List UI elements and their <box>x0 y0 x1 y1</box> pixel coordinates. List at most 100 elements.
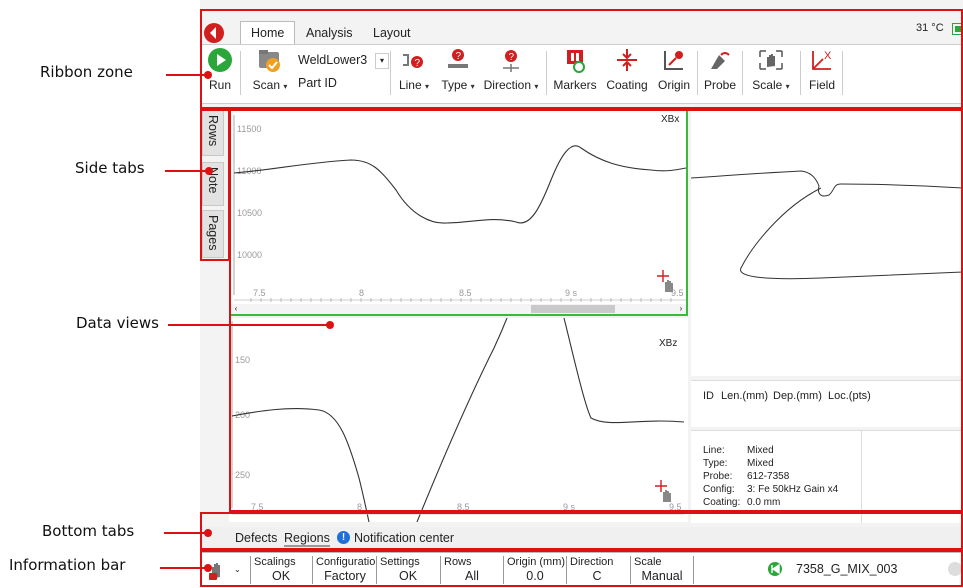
tab-notification-center[interactable]: Notification center <box>354 531 454 545</box>
probe-icon <box>711 52 730 69</box>
info-row: Probe: <box>703 471 733 482</box>
info-value: 0.0 mm <box>747 497 781 508</box>
xbx-signal-trace <box>233 145 686 224</box>
notification-icon: ! <box>337 531 350 544</box>
information-bar: ⌄ Scalings OK Configuration Factory Settin… <box>200 552 963 588</box>
x-tick: 9 s <box>563 502 576 512</box>
callout-bottom-tabs: Bottom tabs <box>42 522 135 540</box>
coating-button[interactable]: Coating <box>603 47 651 92</box>
x-tick: 9 s <box>565 288 578 298</box>
previous-file-icon[interactable] <box>768 562 782 576</box>
scan-info-panel: Line: Mixed Type: Mixed Probe: 612-7358 … <box>691 430 963 523</box>
side-tab-pages[interactable]: Pages <box>202 210 224 258</box>
tab-regions[interactable]: Regions <box>284 531 330 547</box>
info-value: Mixed <box>747 458 774 469</box>
butterfly-trace <box>690 170 963 280</box>
ribbon: Run Scan ▾ WeldLower3 ▾ Part ID ? Line ▾… <box>200 44 963 104</box>
data-view-xbx[interactable]: 11500 11000 10500 10000 XBx 7.5 8 8.5 9 … <box>229 108 688 316</box>
info-value: 612-7358 <box>747 471 790 482</box>
x-tick: 8 <box>359 288 364 298</box>
tab-home[interactable]: Home <box>240 21 296 44</box>
run-button[interactable]: Run <box>206 47 234 92</box>
y-tick: 10500 <box>237 208 262 218</box>
xbx-scrollbar[interactable]: ‹ › <box>231 304 686 314</box>
x-tick: 8.5 <box>459 288 472 298</box>
scan-name-dropdown[interactable]: ▾ <box>375 53 389 69</box>
callout-information-bar: Information bar <box>9 556 126 574</box>
scan-name-field[interactable]: WeldLower3 <box>298 53 367 67</box>
col-len: Len.(mm) <box>721 390 769 402</box>
scale-button[interactable]: Scale ▾ <box>749 47 793 92</box>
line-icon: ? <box>403 54 423 69</box>
svg-text:X: X <box>824 50 832 62</box>
status-scale[interactable]: Scale Manual <box>630 556 694 584</box>
y-tick: 11500 <box>237 124 261 134</box>
callout-ribbon-zone: Ribbon zone <box>40 63 133 81</box>
file-name: 7358_G_MIX_003 <box>796 562 898 576</box>
callout-side-tabs: Side tabs <box>75 159 145 177</box>
part-id-field[interactable]: Part ID <box>298 76 337 90</box>
pan-hand-icon <box>657 270 673 292</box>
col-id: ID <box>703 390 714 402</box>
probe-button[interactable]: Probe <box>702 47 738 92</box>
y-tick: 150 <box>235 355 250 365</box>
tab-analysis[interactable]: Analysis <box>296 22 363 44</box>
play-icon <box>208 48 232 72</box>
scan-button[interactable]: Scan ▾ <box>250 47 290 92</box>
scroll-right-icon[interactable]: › <box>676 304 686 314</box>
y-tick: 250 <box>235 470 250 480</box>
status-origin[interactable]: Origin (mm) 0.0 <box>503 556 566 584</box>
scroll-left-icon[interactable]: ‹ <box>231 304 241 314</box>
x-tick: 8.5 <box>457 502 470 512</box>
status-rows[interactable]: Rows All <box>440 556 503 584</box>
status-scalings[interactable]: Scalings OK <box>250 556 311 584</box>
tab-defects[interactable]: Defects <box>235 531 277 545</box>
tab-layout[interactable]: Layout <box>363 22 421 44</box>
battery-icon <box>952 23 963 35</box>
butterfly-plot <box>690 170 963 280</box>
field-axes-icon: X <box>812 50 832 70</box>
bottom-tabs-bar: Defects Regions ! Notification center <box>200 527 963 549</box>
side-tab-rows[interactable]: Rows <box>202 110 224 156</box>
status-direction[interactable]: Direction C <box>566 556 627 584</box>
status-settings[interactable]: Settings OK <box>376 556 439 584</box>
info-row: Line: <box>703 445 725 456</box>
info-row: Config: <box>703 484 735 495</box>
defects-table-header: ID Len.(mm) Dep.(mm) Loc.(pts) <box>691 380 963 427</box>
origin-button[interactable]: Origin <box>654 47 694 92</box>
type-icon: ? <box>448 49 468 68</box>
svg-text:?: ? <box>509 52 515 63</box>
butterfly-view[interactable] <box>690 108 963 376</box>
callout-data-views: Data views <box>76 314 159 332</box>
svg-text:?: ? <box>456 51 462 62</box>
direction-icon: ? <box>503 50 519 72</box>
xbz-label: XBz <box>659 338 677 349</box>
info-value: Mixed <box>747 445 774 456</box>
field-button[interactable]: X Field <box>804 47 840 92</box>
data-view-xbz[interactable]: 150 200 250 XBz 7.5 8 8.5 9 s 9.5 <box>229 317 688 523</box>
back-button[interactable] <box>203 22 225 44</box>
x-tick: 9.5 <box>669 502 682 512</box>
type-button[interactable]: ? Type ▾ <box>440 47 476 92</box>
lock-dropdown[interactable]: ⌄ <box>234 565 241 574</box>
temperature-readout: 31 °C <box>916 22 944 34</box>
back-arrow-icon <box>204 23 224 43</box>
markers-button[interactable]: Markers <box>552 47 598 92</box>
next-file-icon[interactable] <box>948 562 962 576</box>
x-tick: 8 <box>357 502 362 512</box>
x-tick: 7.5 <box>251 502 264 512</box>
application-window: Home Analysis Layout 31 °C Run Scan ▾ We… <box>200 0 963 588</box>
line-button[interactable]: ? Line ▾ <box>396 47 432 92</box>
col-loc: Loc.(pts) <box>828 390 871 402</box>
svg-text:?: ? <box>415 58 421 69</box>
col-dep: Dep.(mm) <box>773 390 822 402</box>
xbz-signal-trace <box>231 317 685 523</box>
scroll-thumb[interactable] <box>531 305 615 313</box>
xbz-plot: 150 200 250 XBz 7.5 8 8.5 9 s 9.5 <box>231 317 685 523</box>
info-row: Coating: <box>703 497 741 508</box>
direction-button[interactable]: ? Direction ▾ <box>483 47 539 92</box>
y-tick: 10000 <box>237 250 262 260</box>
origin-icon <box>664 51 683 70</box>
info-value: 3: Fe 50kHz Gain x4 <box>747 484 839 495</box>
status-configuration[interactable]: Configuration Factory <box>312 556 377 584</box>
